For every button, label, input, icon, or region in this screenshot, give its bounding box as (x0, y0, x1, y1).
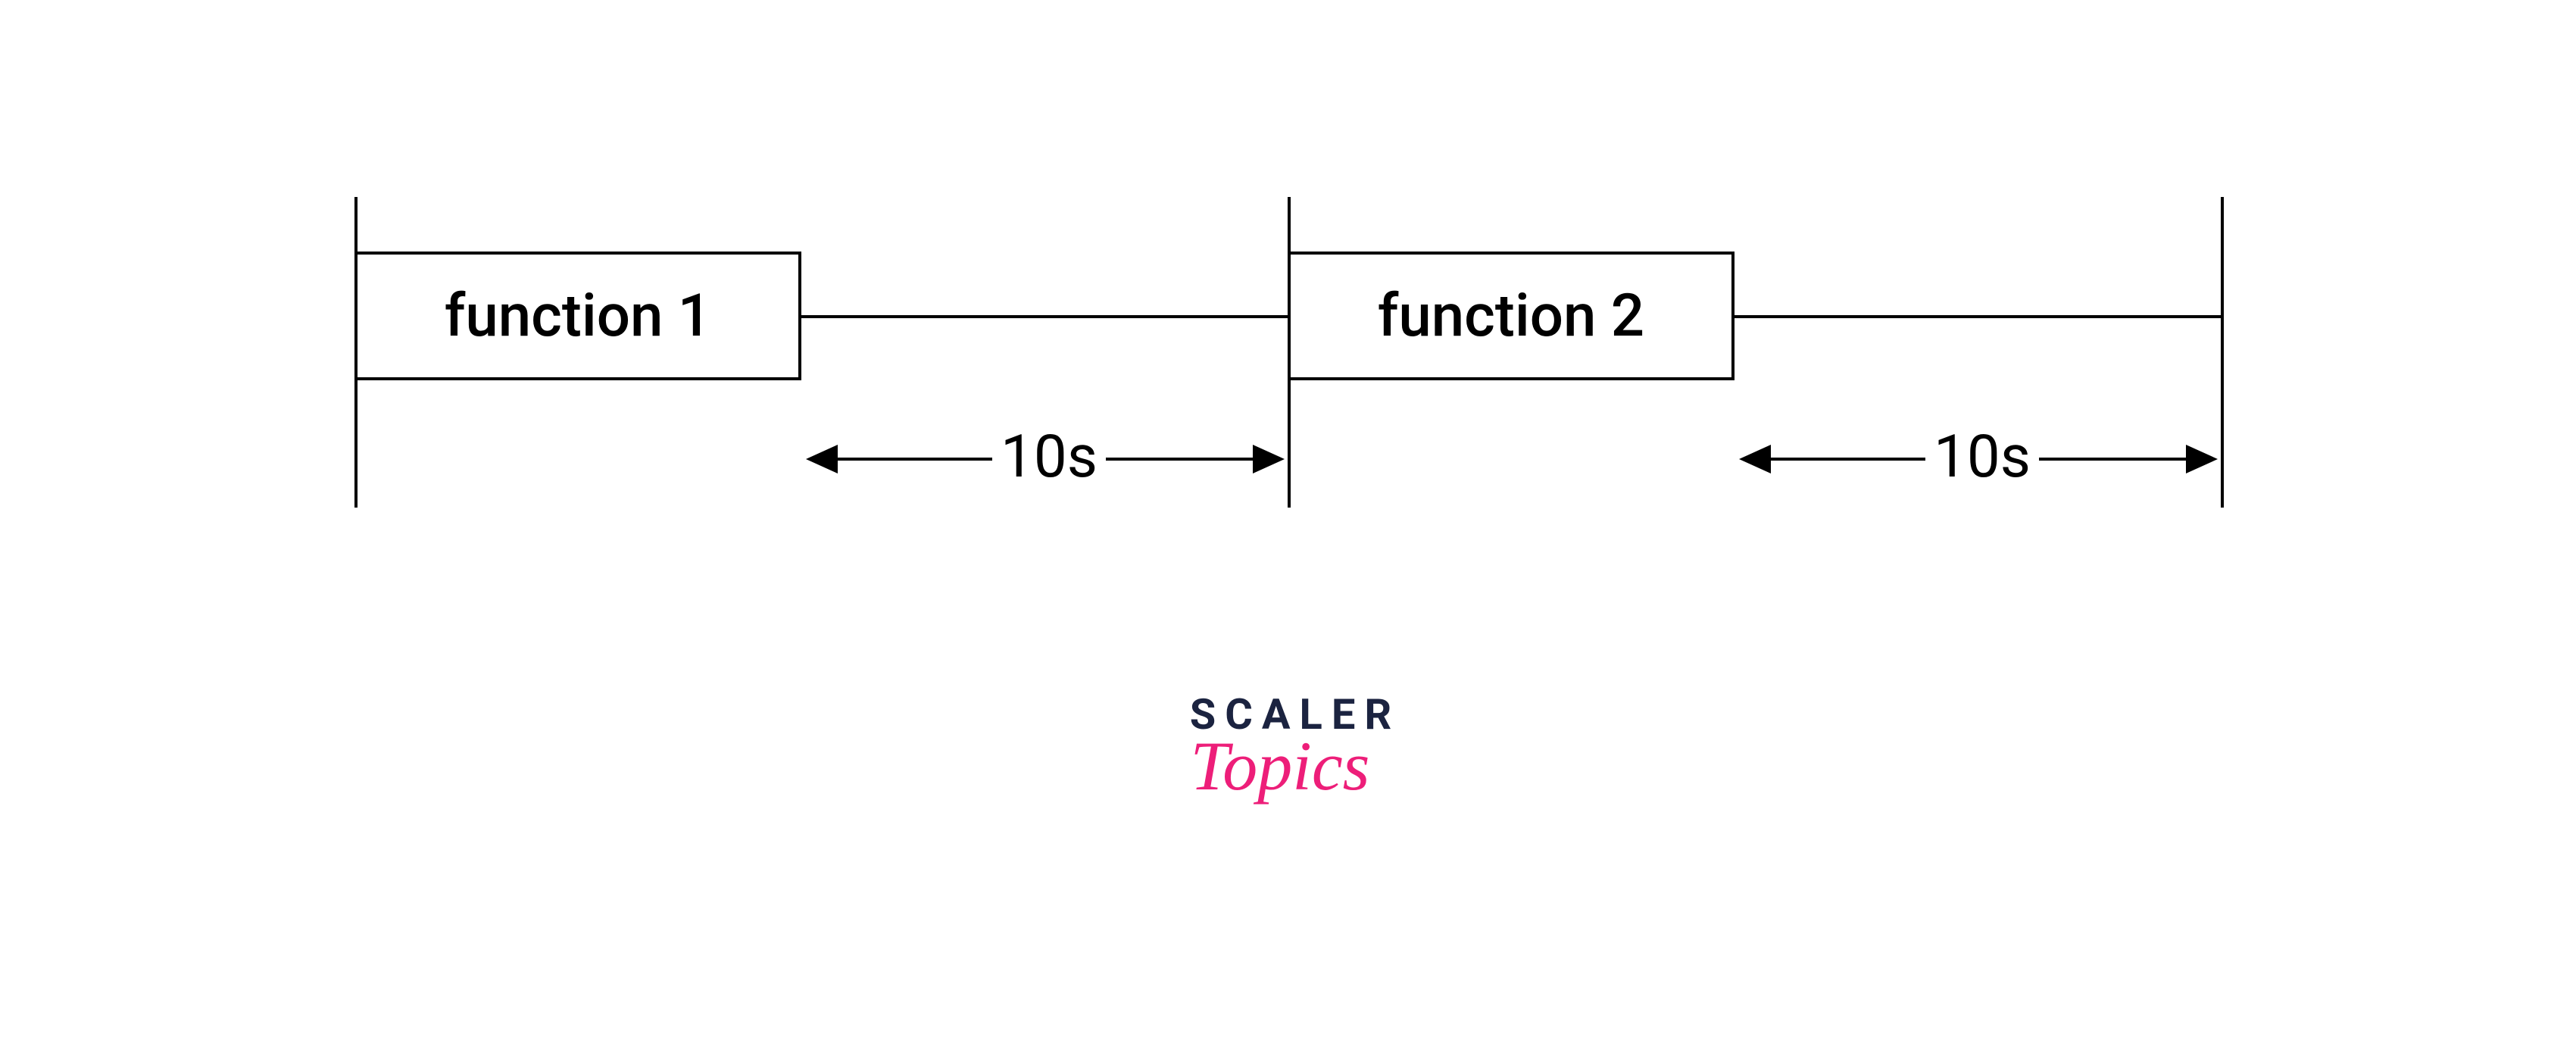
interval-2-arrow-left-shaft (1766, 458, 1925, 461)
interval-1-arrow-right-head (1253, 442, 1288, 477)
gap-line-1 (801, 315, 1288, 318)
diagram-canvas: function 1 10s function 2 10s SCALER Top… (0, 0, 2576, 1050)
interval-2-arrow-right-shaft (2039, 458, 2190, 461)
function-2-box: function 2 (1288, 252, 1735, 380)
interval-2-label: 10s (1925, 423, 2039, 492)
function-2-label: function 2 (1378, 282, 1644, 351)
brand-logo: SCALER Topics (1159, 689, 1432, 806)
function-1-label: function 1 (445, 282, 711, 351)
interval-1-arrow-left-head (803, 442, 838, 477)
interval-1-label: 10s (992, 423, 1106, 492)
interval-2-arrow-left-head (1736, 442, 1771, 477)
interval-1-arrow-right-shaft (1106, 458, 1257, 461)
tick-3 (2221, 197, 2224, 508)
interval-1-arrow-left-shaft (833, 458, 992, 461)
interval-2-arrow-right-head (2186, 442, 2221, 477)
gap-line-2 (1735, 315, 2221, 318)
function-1-box: function 1 (354, 252, 801, 380)
